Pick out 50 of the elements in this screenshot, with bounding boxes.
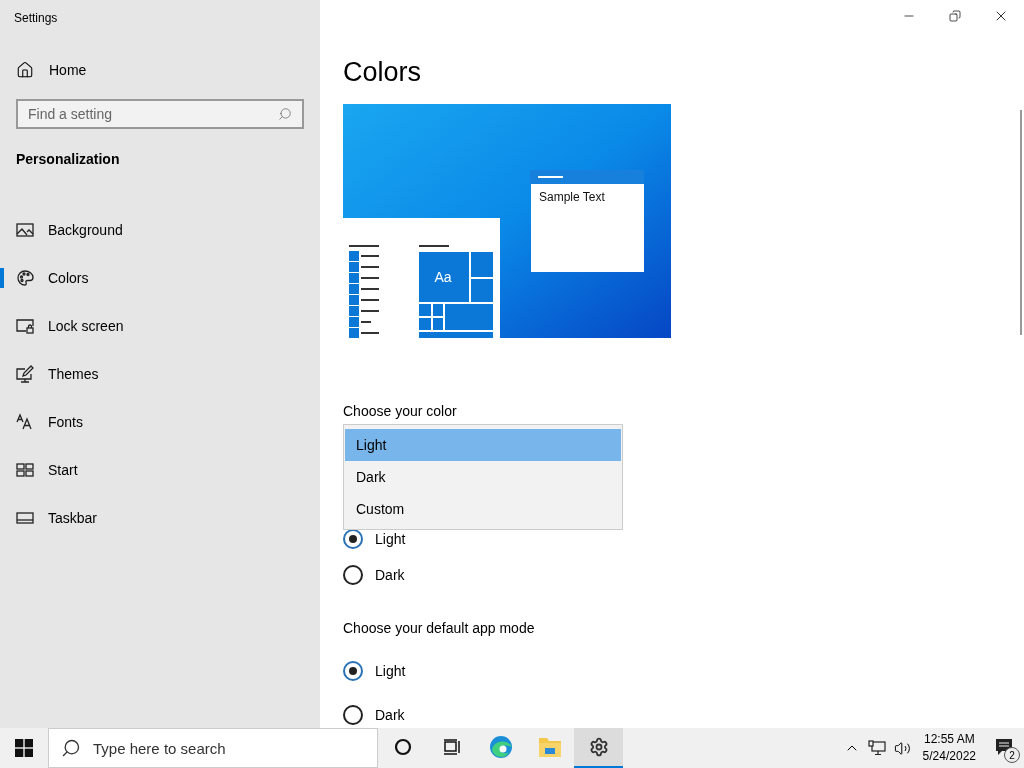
page-title: Colors [343, 56, 423, 89]
nav-item[interactable]: Fonts [0, 398, 320, 446]
scroll-bar[interactable] [1020, 110, 1022, 335]
search-icon [278, 107, 292, 121]
radio-button[interactable] [343, 705, 363, 725]
radio-label: Dark [375, 707, 405, 723]
radio-label: Light [375, 663, 406, 679]
menu-item[interactable]: Custom [345, 493, 621, 525]
radio-label: Dark [375, 567, 405, 583]
clock[interactable]: 12:55 AM 5/24/2022 [922, 731, 976, 765]
restore-icon [949, 10, 961, 22]
pen-monitor-icon [16, 365, 34, 383]
task-view-icon [442, 738, 461, 756]
radio-button[interactable] [343, 529, 363, 549]
radio-label: Light [375, 531, 406, 547]
network-icon[interactable] [867, 740, 886, 756]
section-heading: Personalization [16, 151, 121, 169]
picture-icon [16, 221, 34, 239]
radio-button[interactable] [343, 565, 363, 585]
tile-text: Aa [434, 269, 452, 285]
start-tiles-icon [16, 461, 34, 479]
nav-item[interactable]: Themes [0, 350, 320, 398]
palette-icon [16, 269, 34, 287]
window-title: Settings [13, 10, 59, 27]
nav-item[interactable]: Lock screen [0, 302, 320, 350]
nav-item[interactable]: Start [0, 446, 320, 494]
search-icon [61, 738, 81, 758]
lock-screen-icon [16, 317, 34, 335]
field-label: Choose your default app mode [343, 619, 536, 638]
circle-icon [393, 738, 412, 756]
taskbar-icon [16, 509, 34, 527]
notification-count: 2 [1004, 747, 1020, 763]
home-link[interactable]: Home [16, 56, 320, 84]
menu-item[interactable]: Dark [345, 461, 621, 493]
fonts-icon [16, 413, 34, 431]
menu-item[interactable]: Light [345, 429, 621, 461]
home-icon [16, 61, 34, 79]
folder-icon [537, 736, 562, 758]
nav-item[interactable]: Taskbar [0, 494, 320, 542]
nav-item[interactable]: Background [0, 206, 320, 254]
field-label: Choose your color [343, 402, 458, 421]
volume-icon[interactable] [893, 739, 911, 757]
windows-logo-icon [15, 739, 33, 757]
settings-icon [588, 737, 609, 757]
radio-button[interactable] [343, 661, 363, 681]
search-field[interactable]: Find a setting [16, 99, 304, 129]
taskbar-button[interactable] [574, 728, 623, 768]
taskbar-search-field[interactable]: Type here to search [48, 728, 378, 768]
browser-icon [488, 735, 513, 759]
sample-text: Sample Text [539, 190, 605, 204]
